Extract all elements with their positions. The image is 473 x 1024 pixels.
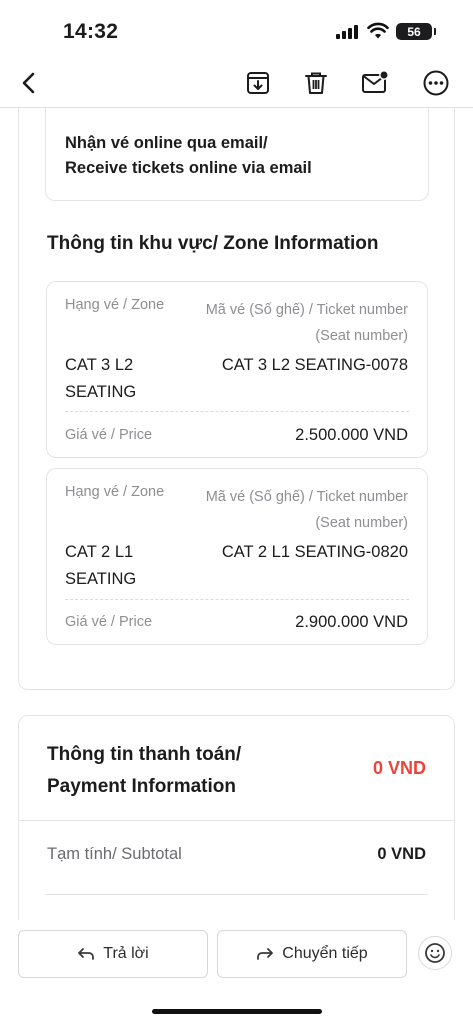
subtotal-label: Tạm tính/ Subtotal bbox=[47, 845, 182, 863]
trash-icon bbox=[305, 72, 327, 94]
ticket-number-label-line2: (Seat number) bbox=[315, 515, 408, 531]
ticket-price: 2.500.000 VND bbox=[295, 426, 408, 444]
battery-level: 56 bbox=[407, 24, 421, 39]
price-label: Giá vé / Price bbox=[65, 427, 153, 443]
zone-value: CAT 3 L2 SEATING bbox=[65, 352, 136, 406]
status-time: 14:32 bbox=[63, 20, 119, 43]
zone-value-line1: CAT 2 L1 bbox=[65, 543, 134, 561]
delivery-note-line1: Nhận vé online qua email/ bbox=[65, 134, 268, 152]
forward-icon bbox=[257, 948, 274, 960]
mail-toolbar bbox=[0, 58, 473, 108]
subtotal-divider bbox=[45, 894, 428, 895]
divider bbox=[65, 599, 409, 600]
delivery-note-box: Nhận vé online qua email/ Receive ticket… bbox=[45, 108, 429, 201]
ticket-box-2: Hạng vé / Zone Mã vé (Số ghế) / Ticket n… bbox=[46, 468, 428, 645]
payment-total: 0 VND bbox=[372, 758, 426, 778]
payment-title-line1: Thông tin thanh toán/ bbox=[47, 744, 242, 765]
payment-info-card: Thông tin thanh toán/ Payment Informatio… bbox=[18, 715, 455, 920]
ticket-number: CAT 2 L1 SEATING-0820 bbox=[221, 543, 408, 561]
more-button[interactable] bbox=[419, 66, 453, 100]
reply-icon bbox=[78, 948, 95, 960]
delete-button[interactable] bbox=[299, 66, 333, 100]
ticket-number-label: Mã vé (Số ghế) / Ticket number (Seat num… bbox=[206, 484, 408, 536]
ticket-number: CAT 3 L2 SEATING-0078 bbox=[221, 356, 408, 374]
reply-label: Trả lời bbox=[103, 945, 149, 962]
zone-section-title: Thông tin khu vực/ Zone Information bbox=[47, 233, 379, 254]
zone-label: Hạng vé / Zone bbox=[65, 297, 165, 313]
subtotal-value: 0 VND bbox=[377, 845, 426, 863]
zone-label: Hạng vé / Zone bbox=[65, 484, 165, 500]
mail-unread-icon bbox=[362, 70, 389, 93]
zone-value: CAT 2 L1 SEATING bbox=[65, 539, 136, 593]
ticket-box-1: Hạng vé / Zone Mã vé (Số ghế) / Ticket n… bbox=[46, 281, 428, 458]
archive-button[interactable] bbox=[241, 66, 275, 100]
cellular-signal-icon bbox=[336, 25, 358, 39]
bottom-action-bar: Trả lời Chuyển tiếp bbox=[0, 920, 473, 1024]
chevron-left-icon bbox=[22, 72, 35, 94]
archive-icon bbox=[247, 72, 269, 94]
delivery-note: Nhận vé online qua email/ Receive ticket… bbox=[65, 131, 312, 181]
zone-value-line1: CAT 3 L2 bbox=[65, 356, 134, 374]
price-label: Giá vé / Price bbox=[65, 614, 153, 630]
zone-value-line2: SEATING bbox=[65, 383, 137, 401]
smiley-icon bbox=[425, 943, 445, 963]
battery-indicator: 56 bbox=[396, 23, 436, 40]
delivery-note-line2: Receive tickets online via email bbox=[65, 159, 312, 177]
divider bbox=[65, 411, 409, 412]
payment-title: Thông tin thanh toán/ Payment Informatio… bbox=[47, 739, 241, 803]
payment-divider bbox=[19, 820, 454, 821]
ticket-number-label: Mã vé (Số ghế) / Ticket number (Seat num… bbox=[206, 297, 408, 349]
zone-value-line2: SEATING bbox=[65, 570, 137, 588]
reply-button[interactable]: Trả lời bbox=[18, 930, 208, 978]
email-body[interactable]: Nhận vé online qua email/ Receive ticket… bbox=[0, 108, 473, 920]
back-button[interactable] bbox=[12, 66, 46, 100]
more-icon bbox=[423, 70, 449, 96]
status-bar: 14:32 56 bbox=[0, 0, 473, 58]
emoji-reaction-button[interactable] bbox=[418, 936, 452, 970]
wifi-icon bbox=[367, 22, 389, 39]
ticket-number-label-line1: Mã vé (Số ghế) / Ticket number bbox=[205, 302, 408, 318]
ticket-price: 2.900.000 VND bbox=[295, 613, 408, 631]
ticket-number-label-line2: (Seat number) bbox=[315, 328, 408, 344]
ticket-info-card: Nhận vé online qua email/ Receive ticket… bbox=[18, 108, 455, 690]
mark-unread-button[interactable] bbox=[358, 66, 392, 100]
forward-button[interactable]: Chuyển tiếp bbox=[217, 930, 407, 978]
forward-label: Chuyển tiếp bbox=[282, 945, 368, 962]
payment-title-line2: Payment Information bbox=[47, 776, 236, 797]
home-indicator bbox=[152, 1009, 322, 1014]
ticket-number-label-line1: Mã vé (Số ghế) / Ticket number bbox=[205, 489, 408, 505]
